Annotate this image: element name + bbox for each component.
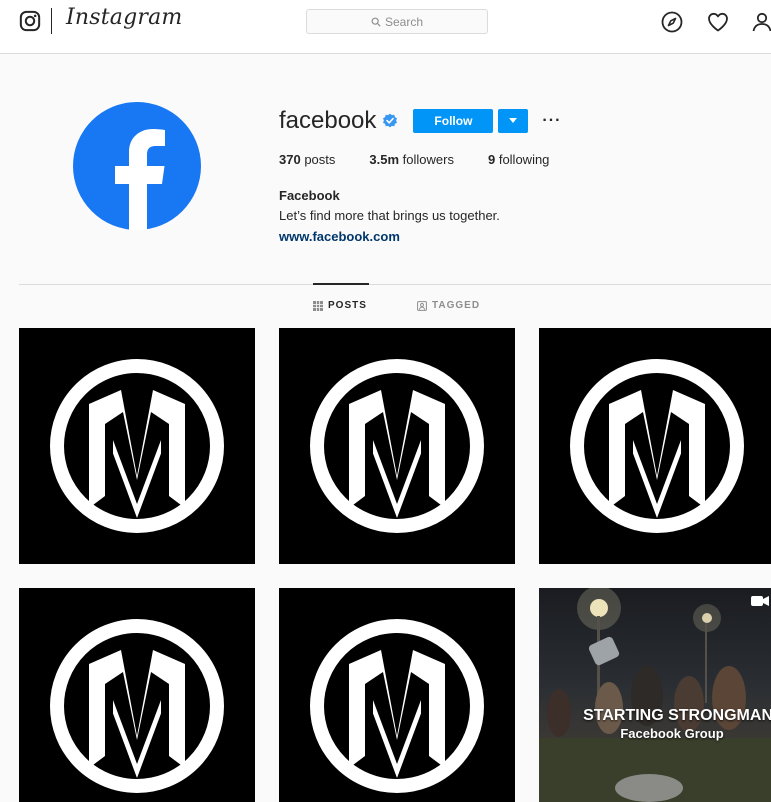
post-tile[interactable]	[19, 328, 255, 564]
m-logo-icon	[570, 359, 744, 533]
followers-count[interactable]: 3.5m followers	[369, 152, 454, 167]
tab-tagged[interactable]: TAGGED	[417, 300, 480, 311]
search-placeholder: Search	[384, 14, 424, 29]
more-options-button[interactable]: ···	[542, 112, 561, 130]
tab-posts-label: POSTS	[328, 300, 367, 311]
tab-tagged-label: TAGGED	[432, 300, 481, 311]
video-post-tile[interactable]: STARTING STRONGMAN Facebook Group	[539, 588, 771, 802]
profile-icon[interactable]	[750, 10, 771, 34]
profile-username: facebook	[279, 107, 377, 134]
search-box[interactable]: Search	[306, 9, 488, 34]
instagram-glyph-icon[interactable]	[19, 10, 41, 32]
m-logo-icon	[50, 619, 224, 793]
instagram-wordmark[interactable]: Instagram	[66, 5, 182, 30]
top-navigation-bar: Instagram Search	[0, 0, 771, 54]
video-scene-illustration	[539, 588, 771, 802]
m-logo-icon	[310, 359, 484, 533]
video-camera-icon	[751, 596, 769, 606]
username-row: facebook Follow ···	[279, 106, 561, 136]
profile-website-link[interactable]: www.facebook.com	[279, 229, 400, 244]
grid-icon	[313, 300, 323, 311]
post-tile[interactable]	[19, 588, 255, 802]
profile-stats: 370 posts 3.5m followers 9 following	[279, 152, 583, 167]
tab-posts[interactable]: POSTS	[313, 300, 367, 311]
suggested-dropdown-button[interactable]	[498, 109, 529, 133]
explore-compass-icon[interactable]	[660, 10, 684, 34]
chevron-down-icon	[509, 118, 518, 123]
video-caption-subtitle: Facebook Group	[620, 726, 724, 741]
posts-count: 370 posts	[279, 152, 336, 167]
post-tile[interactable]	[279, 588, 515, 802]
tagged-icon	[417, 300, 427, 311]
heart-icon[interactable]	[706, 10, 730, 34]
profile-avatar[interactable]	[73, 102, 201, 230]
post-tile[interactable]	[539, 328, 771, 564]
m-logo-icon	[50, 359, 224, 533]
following-count[interactable]: 9 following	[488, 152, 549, 167]
follow-button[interactable]: Follow	[413, 109, 494, 133]
header-divider	[51, 8, 52, 34]
video-caption-title: STARTING STRONGMAN	[583, 707, 771, 724]
verified-badge-icon	[383, 113, 398, 128]
active-tab-indicator	[313, 283, 369, 285]
tabs-divider	[19, 284, 771, 285]
profile-bio: Let’s find more that brings us together.	[279, 208, 500, 223]
search-icon	[371, 17, 381, 27]
m-logo-icon	[310, 619, 484, 793]
profile-full-name: Facebook	[279, 188, 340, 203]
post-tile[interactable]	[279, 328, 515, 564]
